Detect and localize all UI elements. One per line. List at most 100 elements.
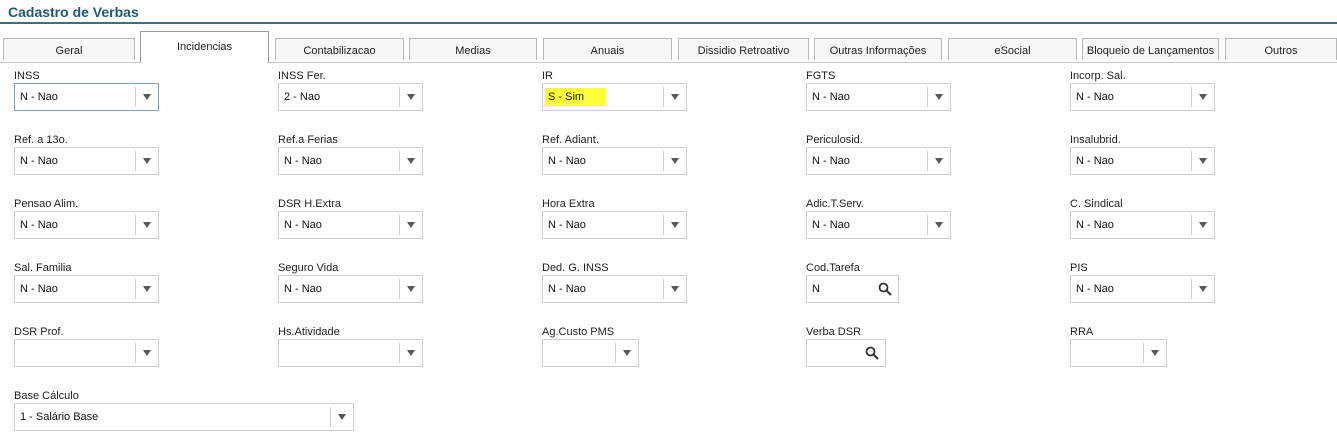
rra-select[interactable] — [1070, 339, 1167, 367]
verba-dsr-input[interactable] — [806, 339, 886, 367]
tab-contabilizacao[interactable]: Contabilizacao — [275, 38, 404, 60]
chevron-down-icon[interactable] — [1191, 151, 1214, 171]
ref-adiant-label: Ref. Adiant. — [542, 134, 599, 146]
seguro-vida-value: N - Nao — [284, 283, 322, 295]
chevron-down-icon[interactable] — [135, 279, 158, 299]
incorp-sal-value: N - Nao — [1076, 91, 1114, 103]
field-ag-custo-pms: Ag.Custo PMS — [542, 326, 652, 371]
tab-bloqueio-de-lancamentos[interactable]: Bloqueio de Lançamentos — [1082, 38, 1219, 60]
ir-select[interactable]: S - Sim — [542, 83, 687, 111]
chevron-down-icon[interactable] — [663, 215, 686, 235]
seguro-vida-select[interactable]: N - Nao — [278, 275, 423, 303]
ag-custo-pms-select[interactable] — [542, 339, 639, 367]
fgts-value: N - Nao — [812, 91, 850, 103]
field-hora-extra: Hora Extra N - Nao — [542, 198, 692, 243]
chevron-down-icon[interactable] — [399, 151, 422, 171]
c-sindical-select[interactable]: N - Nao — [1070, 211, 1215, 239]
cod-tarefa-value: N — [812, 283, 820, 295]
tab-outras-informacoes[interactable]: Outras Informações — [814, 38, 942, 60]
field-hs-atividade: Hs.Atividade — [278, 326, 428, 371]
c-sindical-value: N - Nao — [1076, 219, 1114, 231]
c-sindical-label: C. Sindical — [1070, 198, 1123, 210]
chevron-down-icon[interactable] — [135, 343, 158, 363]
chevron-down-icon[interactable] — [1191, 87, 1214, 107]
field-periculosid: Periculosid. N - Nao — [806, 134, 956, 179]
chevron-down-icon[interactable] — [615, 343, 638, 363]
chevron-down-icon[interactable] — [135, 87, 158, 107]
field-pis: PIS N - Nao — [1070, 262, 1220, 307]
pensao-alim-value: N - Nao — [20, 219, 58, 231]
tab-incidencias[interactable]: Incidencias — [140, 31, 269, 63]
chevron-down-icon[interactable] — [399, 279, 422, 299]
chevron-down-icon[interactable] — [927, 215, 950, 235]
adic-tserv-value: N - Nao — [812, 219, 850, 231]
hs-atividade-select[interactable] — [278, 339, 423, 367]
tab-anuais[interactable]: Anuais — [543, 38, 672, 60]
ref-ferias-select[interactable]: N - Nao — [278, 147, 423, 175]
dsr-prof-label: DSR Prof. — [14, 326, 64, 338]
tab-esocial[interactable]: eSocial — [948, 38, 1077, 60]
chevron-down-icon[interactable] — [330, 407, 353, 427]
chevron-down-icon[interactable] — [927, 151, 950, 171]
tab-outros[interactable]: Outros — [1225, 38, 1337, 60]
sal-familia-select[interactable]: N - Nao — [14, 275, 159, 303]
chevron-down-icon[interactable] — [399, 343, 422, 363]
dsr-hextra-label: DSR H.Extra — [278, 198, 341, 210]
ref-13o-select[interactable]: N - Nao — [14, 147, 159, 175]
tab-medias[interactable]: Medias — [409, 38, 537, 60]
search-icon[interactable] — [865, 346, 879, 360]
field-ref-adiant: Ref. Adiant. N - Nao — [542, 134, 692, 179]
sal-familia-label: Sal. Familia — [14, 262, 72, 274]
chevron-down-icon[interactable] — [663, 87, 686, 107]
field-inss-fer: INSS Fer. 2 - Nao — [278, 70, 428, 115]
chevron-down-icon[interactable] — [399, 215, 422, 235]
dsr-prof-select[interactable] — [14, 339, 159, 367]
tab-dissidio-retroativo[interactable]: Dissidio Retroativo — [678, 38, 809, 60]
ref-adiant-select[interactable]: N - Nao — [542, 147, 687, 175]
fgts-select[interactable]: N - Nao — [806, 83, 951, 111]
sal-familia-value: N - Nao — [20, 283, 58, 295]
inss-label: INSS — [14, 70, 40, 82]
verba-dsr-label: Verba DSR — [806, 326, 862, 338]
inss-select[interactable]: N - Nao — [14, 83, 159, 111]
cod-tarefa-input[interactable]: N — [806, 275, 899, 303]
field-c-sindical: C. Sindical N - Nao — [1070, 198, 1220, 243]
chevron-down-icon[interactable] — [135, 151, 158, 171]
field-incorp-sal: Incorp. Sal. N - Nao — [1070, 70, 1220, 115]
pis-select[interactable]: N - Nao — [1070, 275, 1215, 303]
fgts-label: FGTS — [806, 70, 836, 82]
tab-geral[interactable]: Geral — [3, 38, 135, 60]
periculosid-select[interactable]: N - Nao — [806, 147, 951, 175]
field-dsr-prof: DSR Prof. — [14, 326, 164, 371]
ir-value: S - Sim — [545, 88, 607, 106]
chevron-down-icon[interactable] — [399, 87, 422, 107]
adic-tserv-select[interactable]: N - Nao — [806, 211, 951, 239]
base-calculo-select[interactable]: 1 - Salário Base — [14, 403, 354, 431]
ag-custo-pms-label: Ag.Custo PMS — [542, 326, 615, 338]
inss-fer-select[interactable]: 2 - Nao — [278, 83, 423, 111]
chevron-down-icon[interactable] — [135, 215, 158, 235]
hora-extra-select[interactable]: N - Nao — [542, 211, 687, 239]
chevron-down-icon[interactable] — [663, 151, 686, 171]
chevron-down-icon[interactable] — [1191, 215, 1214, 235]
dsr-hextra-select[interactable]: N - Nao — [278, 211, 423, 239]
adic-tserv-label: Adic.T.Serv. — [806, 198, 864, 210]
insalubrid-select[interactable]: N - Nao — [1070, 147, 1215, 175]
chevron-down-icon[interactable] — [1191, 279, 1214, 299]
chevron-down-icon[interactable] — [927, 87, 950, 107]
hora-extra-value: N - Nao — [548, 219, 586, 231]
field-ref-13o: Ref. a 13o. N - Nao — [14, 134, 164, 179]
chevron-down-icon[interactable] — [1143, 343, 1166, 363]
pensao-alim-select[interactable]: N - Nao — [14, 211, 159, 239]
search-icon[interactable] — [878, 282, 892, 296]
periculosid-value: N - Nao — [812, 155, 850, 167]
incorp-sal-select[interactable]: N - Nao — [1070, 83, 1215, 111]
ded-g-inss-select[interactable]: N - Nao — [542, 275, 687, 303]
chevron-down-icon[interactable] — [663, 279, 686, 299]
ref-13o-value: N - Nao — [20, 155, 58, 167]
field-dsr-hextra: DSR H.Extra N - Nao — [278, 198, 428, 243]
field-ded-g-inss: Ded. G. INSS N - Nao — [542, 262, 692, 307]
incorp-sal-label: Incorp. Sal. — [1070, 70, 1126, 82]
field-ref-ferias: Ref.a Ferias N - Nao — [278, 134, 428, 179]
inss-fer-label: INSS Fer. — [278, 70, 326, 82]
